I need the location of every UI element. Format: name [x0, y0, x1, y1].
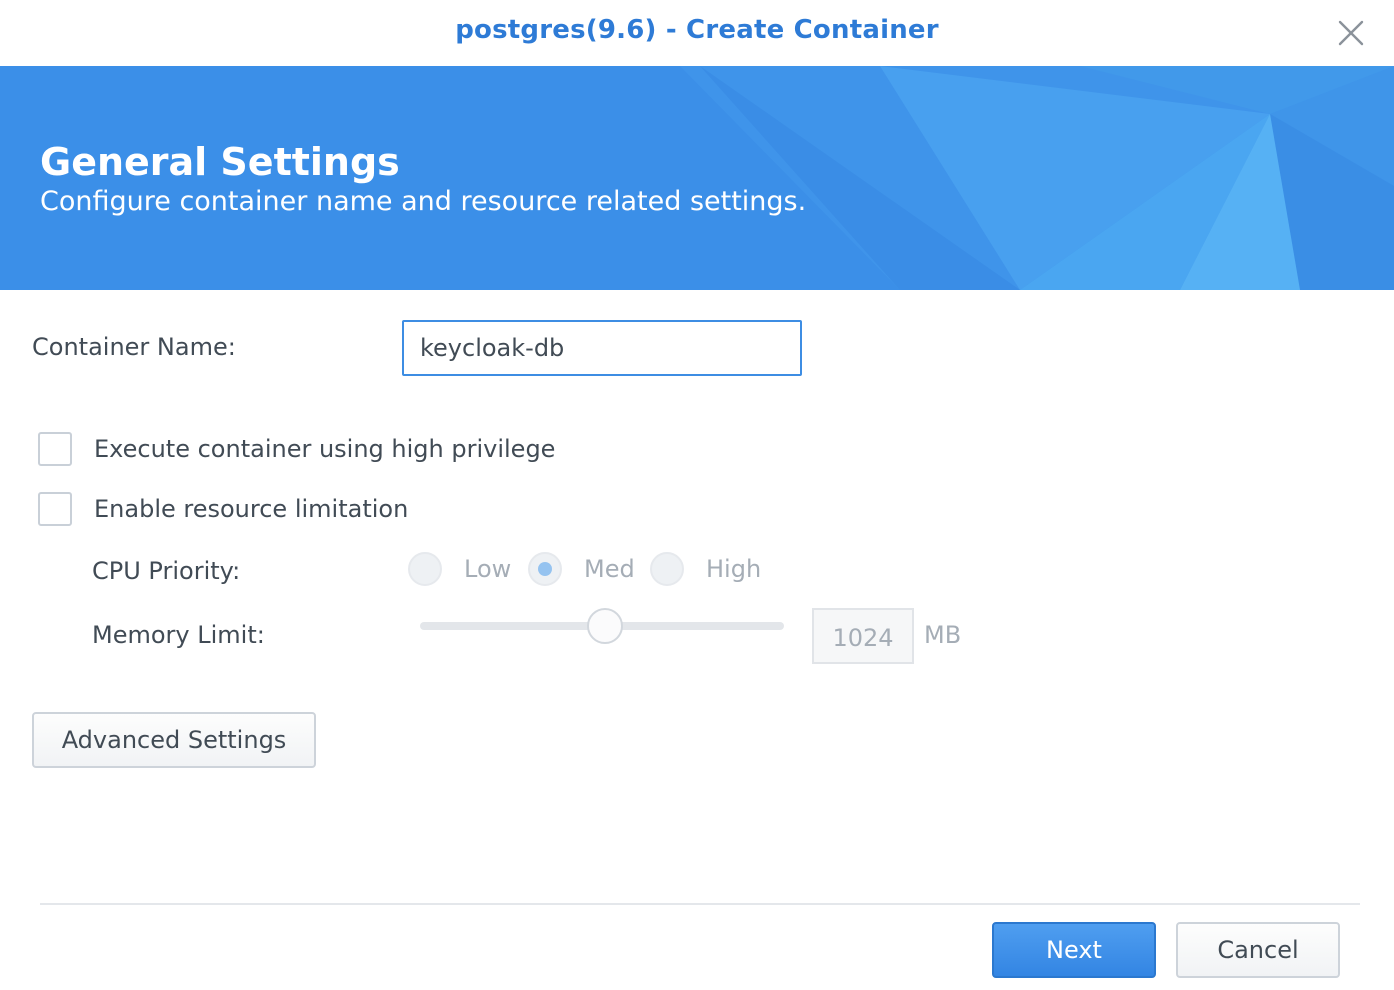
cancel-button[interactable]: Cancel [1176, 922, 1340, 978]
banner-title: General Settings [40, 140, 400, 184]
cpu-priority-low-label: Low [464, 555, 512, 583]
dialog-title: postgres(9.6) - Create Container [455, 15, 939, 45]
memory-limit-label: Memory Limit: [92, 621, 265, 649]
cpu-priority-med-label: Med [584, 555, 635, 583]
memory-limit-input[interactable]: 1024 [812, 608, 914, 664]
footer-divider [40, 903, 1360, 905]
banner-subtitle: Configure container name and resource re… [40, 186, 807, 217]
resource-limit-label: Enable resource limitation [94, 495, 409, 523]
close-icon[interactable] [1336, 18, 1366, 48]
cpu-priority-high-label: High [706, 555, 762, 583]
next-button[interactable]: Next [992, 922, 1156, 978]
cpu-priority-med-radio[interactable] [528, 552, 562, 586]
header-banner: General Settings Configure container nam… [0, 66, 1394, 290]
advanced-settings-button[interactable]: Advanced Settings [32, 712, 316, 768]
cpu-priority-high-radio[interactable] [650, 552, 684, 586]
cpu-priority-low-radio[interactable] [408, 552, 442, 586]
memory-limit-slider-handle[interactable] [587, 608, 623, 644]
high-privilege-label: Execute container using high privilege [94, 435, 556, 463]
resource-limit-checkbox[interactable] [38, 492, 72, 526]
container-name-input[interactable] [402, 320, 802, 376]
container-name-label: Container Name: [32, 333, 236, 361]
dialog-titlebar: postgres(9.6) - Create Container [0, 0, 1394, 66]
cpu-priority-label: CPU Priority: [92, 557, 241, 585]
high-privilege-checkbox[interactable] [38, 432, 72, 466]
memory-limit-unit: MB [924, 621, 962, 649]
